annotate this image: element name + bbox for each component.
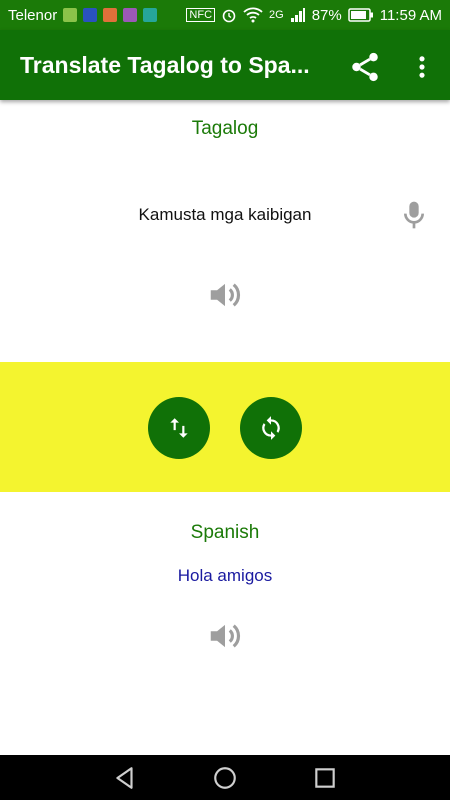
nfc-icon: NFC [186,8,216,22]
action-band [0,362,450,492]
download-icon [143,8,158,22]
alarm-icon [222,9,236,23]
speaker-icon[interactable] [204,276,246,314]
recent-apps-icon[interactable] [312,765,338,791]
speaker-icon[interactable] [204,617,246,655]
swap-languages-icon [170,418,188,438]
refresh-translate-icon [262,416,280,440]
carrier-label: Telenor [8,6,58,24]
status-bar: Telenor NFC 2G 87% 11:59 AM [0,0,450,30]
navigation-bar [0,755,450,800]
app-icon [83,8,98,22]
signal-icon [290,8,305,22]
more-vert-icon[interactable] [408,50,436,84]
status-bar-right: NFC 2G 87% 11:59 AM [186,0,442,30]
app-bar: Translate Tagalog to Spa... [0,30,450,100]
translated-text: Hola amigos [177,566,273,585]
wifi-icon [243,7,263,23]
battery-icon [347,8,373,22]
app-icon [123,8,138,22]
microphone-icon[interactable] [398,198,430,232]
home-icon[interactable] [212,765,238,791]
back-icon[interactable] [112,765,138,791]
network-type-label: 2G [269,9,284,21]
source-text-input[interactable]: Kamusta mga kaibigan [0,205,450,225]
swap-languages-button[interactable] [148,397,210,459]
app-title: Translate Tagalog to Spa... [20,52,310,78]
status-bar-left: Telenor [0,6,158,24]
battery-percent: 87% [311,6,342,24]
broom-icon [63,8,78,22]
refresh-translate-button[interactable] [240,397,302,459]
clock: 11:59 AM [379,6,442,24]
share-icon[interactable] [348,50,382,84]
app-icon [103,8,118,22]
source-language-label[interactable]: Tagalog [0,118,450,140]
target-language-label[interactable]: Spanish [0,522,450,544]
